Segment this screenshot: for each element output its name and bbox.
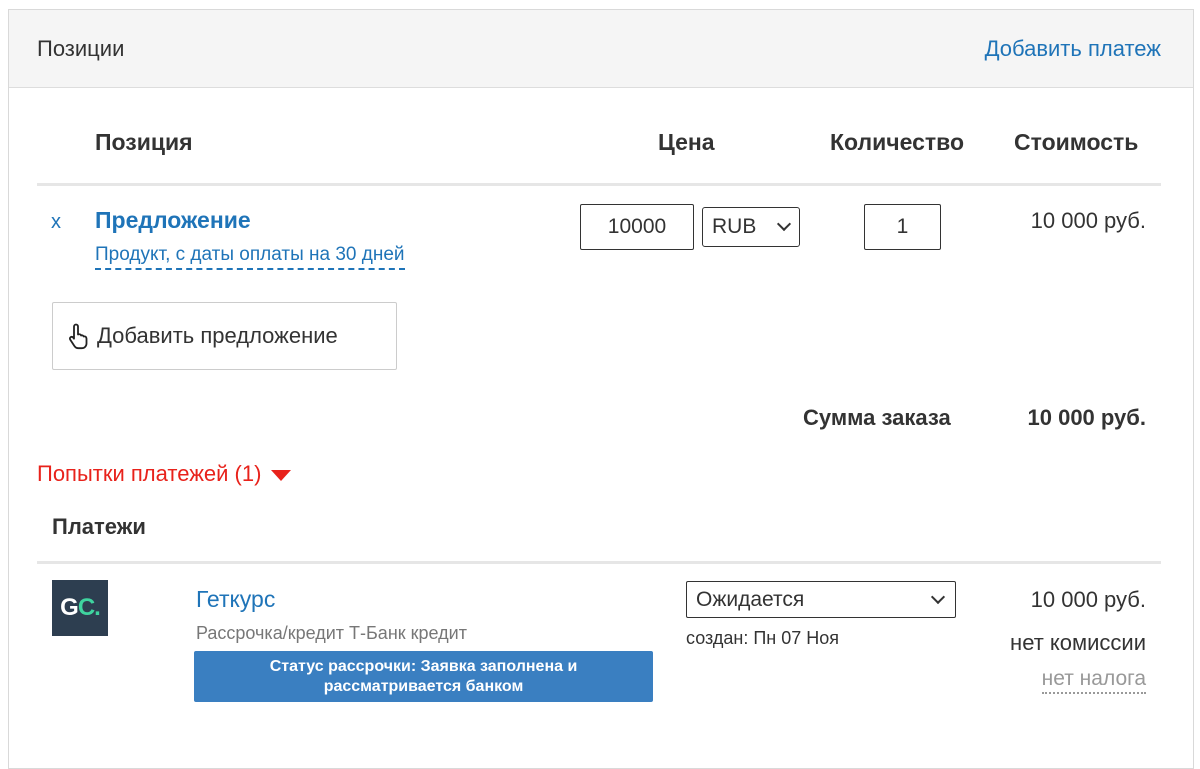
triangle-down-icon [271,469,292,481]
column-header-price: Цена [658,129,715,155]
payment-provider-link[interactable]: Геткурс [196,586,275,613]
offer-description-link[interactable]: Продукт, с даты оплаты на 30 дней [95,244,405,270]
payment-created-date: создан: Пн 07 Ноя [686,628,839,648]
payment-status-select[interactable]: Ожидается [686,581,956,618]
payments-divider [37,561,1161,564]
getcourse-logo: G C. [52,580,108,636]
column-header-quantity: Количество [830,129,965,155]
installment-status-badge: Статус рассрочки: Заявка заполнена и рас… [194,651,653,702]
column-header-cost: Стоимость [1014,129,1139,155]
panel-title: Позиции [37,36,125,61]
header-divider [37,183,1161,186]
order-total-value: 10 000 руб. [1027,405,1147,430]
add-payment-link[interactable]: Добавить платеж [985,36,1161,62]
panel-header: Позиции Добавить платеж [9,10,1193,88]
currency-select-value: RUB [712,215,757,238]
payment-status-value: Ожидается [696,588,805,611]
add-offer-button[interactable]: Добавить предложение [52,302,397,370]
order-total-label: Сумма заказа [803,405,951,430]
payment-amount: 10 000 руб. [1030,587,1146,612]
logo-letter-g: G [60,594,79,621]
offer-name-link[interactable]: Предложение [95,207,251,234]
chevron-down-icon [776,216,792,232]
payment-attempts-label: Попытки платежей (1) [37,461,262,486]
logo-letter-c: C. [77,594,101,621]
chevron-down-icon [930,589,946,605]
payment-attempts-toggle[interactable]: Попытки платежей (1) [37,461,292,487]
hand-pointer-icon [68,323,88,350]
remove-position-button[interactable]: x [51,211,61,234]
currency-select[interactable]: RUB [702,207,800,247]
payment-type: Рассрочка/кредит Т-Банк кредит [196,623,467,643]
quantity-input[interactable] [864,204,941,250]
price-input[interactable] [580,204,694,250]
payments-heading: Платежи [52,514,146,539]
payment-tax-link[interactable]: нет налога [1041,667,1146,694]
column-header-position: Позиция [95,129,193,155]
add-offer-label: Добавить предложение [97,323,338,348]
payment-commission: нет комиссии [1010,630,1146,655]
position-cost: 10 000 руб. [1030,208,1146,233]
